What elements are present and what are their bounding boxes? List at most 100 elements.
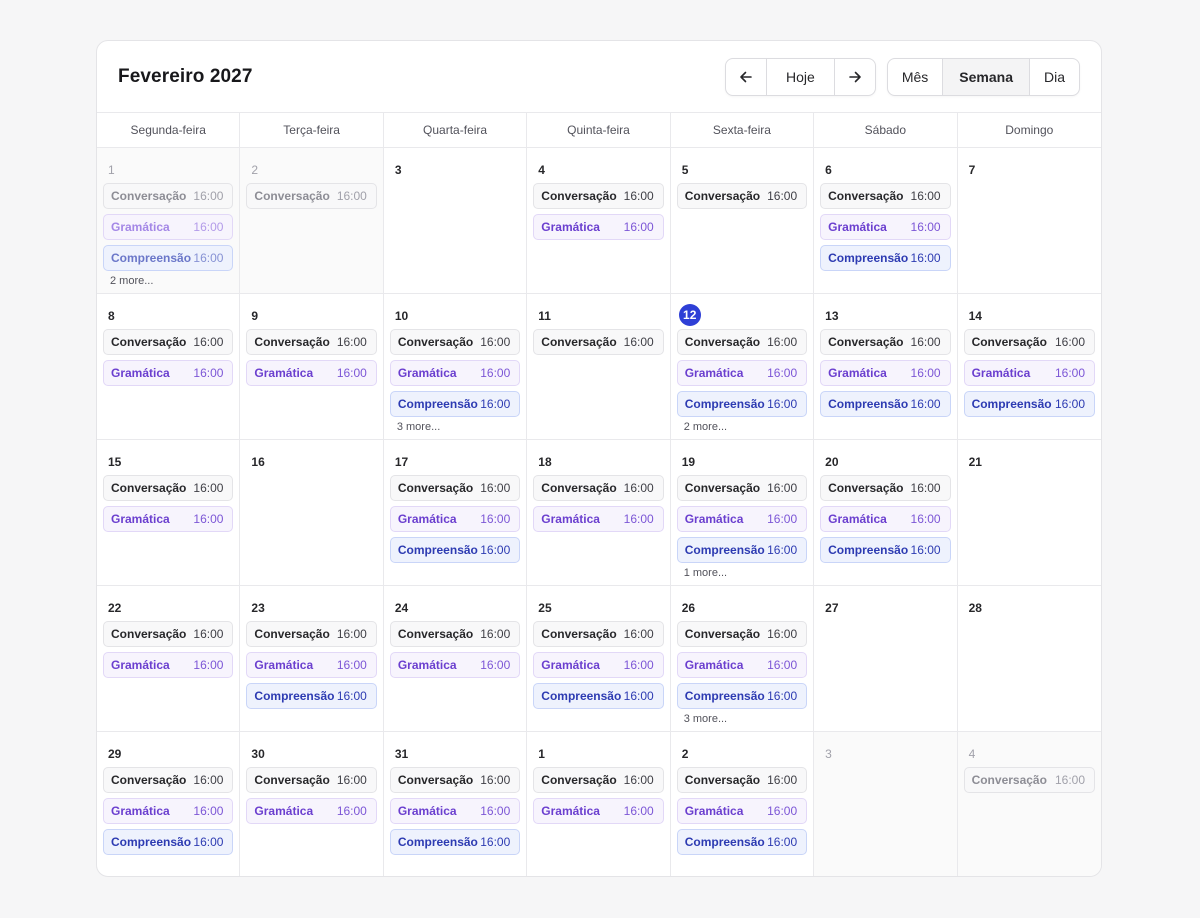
event-comp[interactable]: Compreensão 16:00 xyxy=(533,683,664,709)
day-cell[interactable]: 10 Conversação 16:00 Gramática 16:00 Compreen… xyxy=(383,294,528,440)
event-conv[interactable]: Conversação 16:00 xyxy=(676,621,808,647)
more-events-link[interactable]: 3 more... xyxy=(677,713,807,725)
next-button[interactable] xyxy=(835,59,875,95)
event-gram[interactable]: Gramática 16:00 xyxy=(533,506,664,532)
event-conv[interactable]: Conversação 16:00 xyxy=(389,329,521,355)
day-cell[interactable]: 1 Conversação 16:00 Gramática 16:00 xyxy=(527,732,671,876)
event-gram[interactable]: Gramática 16:00 xyxy=(820,506,951,532)
event-conv[interactable]: Conversação 16:00 xyxy=(103,329,234,355)
day-cell[interactable]: 23 Conversação 16:00 Gramática 16:00 Compreen… xyxy=(240,586,384,732)
day-cell[interactable]: 7 xyxy=(957,148,1101,294)
prev-button[interactable] xyxy=(726,58,768,95)
day-cell[interactable]: 13 Conversação 16:00 Gramática 16:00 Compreen… xyxy=(814,294,958,440)
event-conv[interactable]: Conversação 16:00 xyxy=(676,767,808,793)
view-button-semana[interactable]: Semana xyxy=(943,58,1030,95)
event-conv[interactable]: Conversação 16:00 xyxy=(963,329,1095,355)
event-gram[interactable]: Gramática 16:00 xyxy=(246,360,377,386)
day-cell[interactable]: 3 xyxy=(383,148,528,294)
event-conv[interactable]: Conversação 16:00 xyxy=(103,183,234,209)
event-comp[interactable]: Compreensão 16:00 xyxy=(676,683,808,709)
event-conv[interactable]: Conversação 16:00 xyxy=(676,183,808,209)
event-conv[interactable]: Conversação 16:00 xyxy=(533,621,664,647)
event-gram[interactable]: Gramática 16:00 xyxy=(963,360,1095,386)
event-gram[interactable]: Gramática 16:00 xyxy=(103,652,234,678)
day-cell[interactable]: 2 Conversação 16:00 Gramática 16:00 Compreens… xyxy=(671,732,815,876)
event-gram[interactable]: Gramática 16:00 xyxy=(676,360,808,386)
event-comp[interactable]: Compreensão 16:00 xyxy=(676,537,808,563)
day-cell[interactable]: 12 Conversação 16:00 Gramática 16:00 Compreen… xyxy=(670,294,815,440)
event-gram[interactable]: Gramática 16:00 xyxy=(533,798,664,824)
event-gram[interactable]: Gramática 16:00 xyxy=(389,652,521,678)
day-cell[interactable]: 19 Conversação 16:00 Gramática 16:00 Compreen… xyxy=(670,440,815,586)
more-events-link[interactable]: 2 more... xyxy=(103,275,233,287)
more-events-link[interactable]: 2 more... xyxy=(677,421,807,433)
event-comp[interactable]: Compreensão 16:00 xyxy=(676,829,808,855)
event-gram[interactable]: Gramática 16:00 xyxy=(676,506,808,532)
day-cell[interactable]: 2 Conversação 16:00 xyxy=(240,148,384,294)
event-comp[interactable]: Compreensão 16:00 xyxy=(820,537,951,563)
event-gram[interactable]: Gramática 16:00 xyxy=(103,798,234,824)
event-conv[interactable]: Conversação 16:00 xyxy=(533,475,664,501)
day-cell[interactable]: 25 Conversação 16:00 Gramática 16:00 Compreen… xyxy=(527,586,671,732)
day-cell[interactable]: 17 Conversação 16:00 Gramática 16:00 Compreen… xyxy=(383,440,528,586)
event-conv[interactable]: Conversação 16:00 xyxy=(820,475,951,501)
view-button-dia[interactable]: Dia xyxy=(1030,59,1079,95)
event-gram[interactable]: Gramática 16:00 xyxy=(820,214,951,240)
day-cell[interactable]: 3 xyxy=(814,732,958,876)
event-comp[interactable]: Compreensão 16:00 xyxy=(389,391,521,417)
event-conv[interactable]: Conversação 16:00 xyxy=(389,621,521,647)
more-events-link[interactable]: 1 more... xyxy=(677,567,807,579)
event-gram[interactable]: Gramática 16:00 xyxy=(820,360,951,386)
event-conv[interactable]: Conversação 16:00 xyxy=(533,329,664,355)
day-cell[interactable]: 30 Conversação 16:00 Gramática 16:00 xyxy=(240,732,384,876)
event-gram[interactable]: Gramática 16:00 xyxy=(676,798,808,824)
day-cell[interactable]: 20 Conversação 16:00 Gramática 16:00 Compreen… xyxy=(814,440,958,586)
day-cell[interactable]: 14 Conversação 16:00 Gramática 16:00 Compreen… xyxy=(957,294,1101,440)
day-cell[interactable]: 11 Conversação 16:00 xyxy=(527,294,671,440)
event-conv[interactable]: Conversação 16:00 xyxy=(963,767,1095,793)
event-gram[interactable]: Gramática 16:00 xyxy=(533,214,664,240)
event-conv[interactable]: Conversação 16:00 xyxy=(103,475,234,501)
event-gram[interactable]: Gramática 16:00 xyxy=(389,798,521,824)
event-comp[interactable]: Compreensão 16:00 xyxy=(246,683,377,709)
day-cell[interactable]: 4 Conversação 16:00 Gramática 16:00 xyxy=(527,148,671,294)
event-conv[interactable]: Conversação 16:00 xyxy=(246,767,377,793)
event-conv[interactable]: Conversação 16:00 xyxy=(820,329,951,355)
day-cell[interactable]: 24 Conversação 16:00 Gramática 16:00 xyxy=(383,586,528,732)
day-cell[interactable]: 28 xyxy=(957,586,1101,732)
day-cell[interactable]: 15 Conversação 16:00 Gramática 16:00 xyxy=(97,440,241,586)
day-cell[interactable]: 1 Conversação 16:00 Gramática 16:00 Compreens… xyxy=(97,148,241,294)
event-gram[interactable]: Gramática 16:00 xyxy=(103,360,234,386)
event-conv[interactable]: Conversação 16:00 xyxy=(533,183,664,209)
day-cell[interactable]: 27 xyxy=(814,586,958,732)
event-comp[interactable]: Compreensão 16:00 xyxy=(820,391,951,417)
day-cell[interactable]: 21 xyxy=(957,440,1101,586)
day-cell[interactable]: 5 Conversação 16:00 xyxy=(670,148,815,294)
event-gram[interactable]: Gramática 16:00 xyxy=(103,214,234,240)
event-conv[interactable]: Conversação 16:00 xyxy=(389,475,521,501)
event-conv[interactable]: Conversação 16:00 xyxy=(533,767,664,793)
day-cell[interactable]: 16 xyxy=(240,440,384,586)
event-comp[interactable]: Compreensão 16:00 xyxy=(389,537,521,563)
event-comp[interactable]: Compreensão 16:00 xyxy=(103,245,234,271)
event-gram[interactable]: Gramática 16:00 xyxy=(676,652,808,678)
event-comp[interactable]: Compreensão 16:00 xyxy=(389,829,521,855)
event-gram[interactable]: Gramática 16:00 xyxy=(389,506,521,532)
event-gram[interactable]: Gramática 16:00 xyxy=(533,652,664,678)
event-gram[interactable]: Gramática 16:00 xyxy=(246,798,377,824)
event-conv[interactable]: Conversação 16:00 xyxy=(676,329,808,355)
today-button[interactable]: Hoje xyxy=(767,58,835,95)
day-cell[interactable]: 4 Conversação 16:00 xyxy=(957,732,1101,876)
day-cell[interactable]: 9 Conversação 16:00 Gramática 16:00 xyxy=(240,294,384,440)
event-conv[interactable]: Conversação 16:00 xyxy=(246,621,377,647)
event-conv[interactable]: Conversação 16:00 xyxy=(676,475,808,501)
event-gram[interactable]: Gramática 16:00 xyxy=(103,506,234,532)
event-conv[interactable]: Conversação 16:00 xyxy=(103,621,234,647)
event-conv[interactable]: Conversação 16:00 xyxy=(103,767,234,793)
day-cell[interactable]: 29 Conversação 16:00 Gramática 16:00 Compreen… xyxy=(97,732,241,876)
event-comp[interactable]: Compreensão 16:00 xyxy=(963,391,1095,417)
more-events-link[interactable]: 3 more... xyxy=(390,421,520,433)
event-conv[interactable]: Conversação 16:00 xyxy=(246,329,377,355)
view-button-mês[interactable]: Mês xyxy=(888,58,944,95)
event-conv[interactable]: Conversação 16:00 xyxy=(389,767,521,793)
